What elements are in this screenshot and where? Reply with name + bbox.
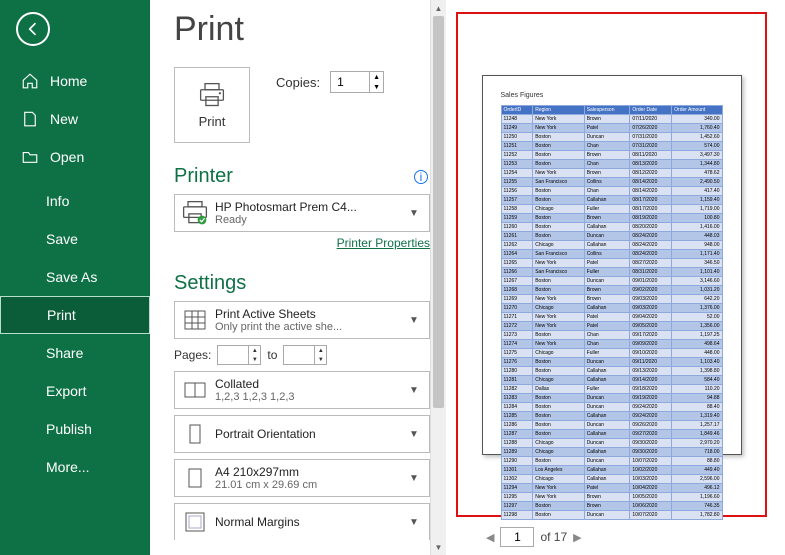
paper-size-dropdown[interactable]: A4 210x297mm 21.01 cm x 29.69 cm ▼ — [174, 459, 430, 497]
sidebar-item-label: Save — [46, 231, 78, 247]
collation-dropdown[interactable]: Collated 1,2,3 1,2,3 1,2,3 ▼ — [174, 371, 430, 409]
print-button[interactable]: Print — [174, 67, 250, 143]
sidebar-item-open[interactable]: Open — [0, 138, 150, 176]
chevron-down-icon: ▼ — [409, 517, 423, 528]
chevron-down-icon: ▼ — [409, 473, 423, 484]
preview-highlight: Sales Figures OrderIDRegionSalespersonOr… — [456, 12, 767, 517]
sidebar-item-label: Open — [50, 149, 84, 165]
sidebar-item-label: Print — [47, 307, 76, 323]
current-page-input[interactable] — [500, 527, 534, 547]
sidebar-item-more[interactable]: More... — [0, 448, 150, 486]
print-preview-panel: Sales Figures OrderIDRegionSalespersonOr… — [446, 0, 785, 555]
preview-table: OrderIDRegionSalespersonOrder DateOrder … — [501, 105, 723, 520]
chevron-down-icon: ▼ — [409, 429, 423, 440]
pages-from-input[interactable] — [218, 346, 248, 364]
scrollbar-thumb[interactable] — [433, 16, 444, 408]
info-icon[interactable]: i — [414, 170, 428, 184]
sidebar-item-label: Info — [46, 193, 69, 209]
copies-label: Copies: — [276, 75, 320, 90]
pages-to-input[interactable] — [284, 346, 314, 364]
next-page-button[interactable]: ▶ — [573, 531, 581, 544]
printer-status-icon — [181, 199, 209, 227]
grid-icon — [181, 306, 209, 334]
page-title: Print — [174, 10, 430, 49]
sidebar-item-print[interactable]: Print — [0, 296, 150, 334]
sidebar-item-label: More... — [46, 459, 90, 475]
copies-input[interactable] — [331, 72, 369, 92]
orientation-dropdown[interactable]: Portrait Orientation ▼ — [174, 415, 430, 453]
portrait-icon — [181, 420, 209, 448]
pages-range-row: Pages: ▲▼ to ▲▼ — [174, 345, 430, 365]
sidebar-item-info[interactable]: Info — [0, 182, 150, 220]
page-navigator: ◀ of 17 ▶ — [456, 527, 767, 547]
printer-properties-link[interactable]: Printer Properties — [174, 236, 430, 250]
printer-status: Ready — [215, 214, 409, 226]
pages-label: Pages: — [174, 348, 211, 362]
chevron-down-icon: ▼ — [409, 385, 423, 396]
sidebar-item-save[interactable]: Save — [0, 220, 150, 258]
sidebar-item-export[interactable]: Export — [0, 372, 150, 410]
sidebar-item-label: Export — [46, 383, 86, 399]
print-button-label: Print — [199, 114, 226, 129]
back-button[interactable] — [16, 12, 50, 46]
margins-dropdown[interactable]: Normal Margins ▼ — [174, 503, 430, 540]
copies-up[interactable]: ▲ — [369, 72, 383, 82]
collate-icon — [181, 376, 209, 404]
chevron-down-icon: ▼ — [409, 315, 423, 326]
arrow-left-icon — [25, 21, 41, 37]
settings-section-header: Settings — [174, 272, 430, 295]
sidebar-item-label: Home — [50, 73, 87, 89]
pages-to-spinner[interactable]: ▲▼ — [283, 345, 327, 365]
sidebar-item-label: Share — [46, 345, 83, 361]
preview-page: Sales Figures OrderIDRegionSalespersonOr… — [482, 75, 742, 455]
sidebar-item-label: Save As — [46, 269, 97, 285]
print-settings-panel: Print Print Copies: ▲▼ — [150, 0, 430, 555]
sidebar-item-publish[interactable]: Publish — [0, 410, 150, 448]
printer-name: HP Photosmart Prem C4... — [215, 200, 409, 214]
print-what-dropdown[interactable]: Print Active Sheets Only print the activ… — [174, 301, 430, 339]
chevron-down-icon: ▼ — [409, 208, 423, 219]
backstage-sidebar: Home New Open Info Save Save As Print Sh… — [0, 0, 150, 555]
sidebar-item-new[interactable]: New — [0, 100, 150, 138]
settings-scrollbar[interactable]: ▲ ▼ — [430, 0, 446, 555]
page-icon — [181, 464, 209, 492]
sidebar-item-label: Publish — [46, 421, 92, 437]
printer-dropdown[interactable]: HP Photosmart Prem C4... Ready ▼ — [174, 194, 430, 232]
margins-icon — [181, 508, 209, 536]
copies-down[interactable]: ▼ — [369, 82, 383, 92]
main-panel: Print Print Copies: ▲▼ — [150, 0, 785, 555]
scroll-down[interactable]: ▼ — [431, 539, 446, 555]
sidebar-item-save-as[interactable]: Save As — [0, 258, 150, 296]
home-icon — [20, 72, 40, 90]
copies-spinner[interactable]: ▲▼ — [330, 71, 384, 93]
sidebar-item-label: New — [50, 111, 78, 127]
sidebar-item-share[interactable]: Share — [0, 334, 150, 372]
preview-document-title: Sales Figures — [501, 92, 723, 99]
new-icon — [20, 110, 40, 128]
printer-icon — [198, 82, 226, 108]
page-count-label: of 17 — [540, 530, 567, 544]
prev-page-button[interactable]: ◀ — [486, 531, 494, 544]
pages-from-spinner[interactable]: ▲▼ — [217, 345, 261, 365]
scroll-up[interactable]: ▲ — [431, 0, 446, 16]
open-icon — [20, 148, 40, 166]
printer-section-header: Printer i — [174, 165, 430, 188]
sidebar-item-home[interactable]: Home — [0, 62, 150, 100]
